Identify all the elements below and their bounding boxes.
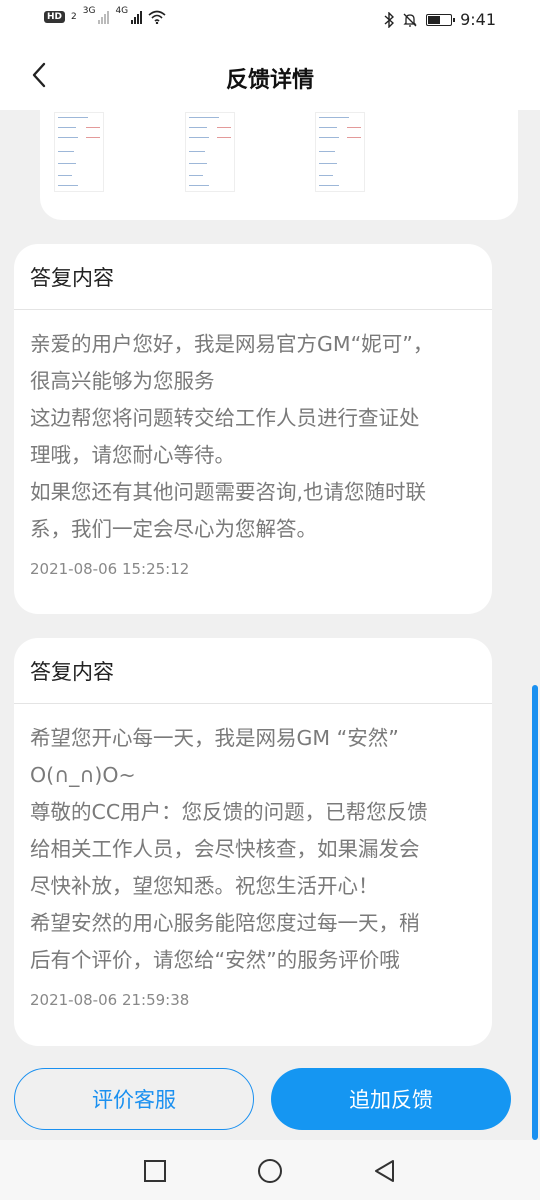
reply-line: 尊敬的CC用户：您反馈的问题，已帮您反馈 xyxy=(30,800,428,824)
reply-line: 系，我们一定会尽心为您解答。 xyxy=(30,517,317,541)
reply-body: 希望您开心每一天，我是网易GM “安然” O(∩_∩)O~ 尊敬的CC用户：您反… xyxy=(14,704,492,979)
attachment-thumbnail[interactable] xyxy=(185,112,235,192)
reply-card: 答复内容 亲爱的用户您好，我是网易官方GM“妮可”， 很高兴能够为您服务 这边帮… xyxy=(14,244,492,614)
attachment-thumbnail[interactable] xyxy=(54,112,104,192)
reply-line: 后有个评价，请您给“安然”的服务评价哦 xyxy=(30,948,400,972)
wifi-icon xyxy=(148,10,166,24)
attachment-card xyxy=(40,110,518,220)
battery-fill xyxy=(428,15,441,24)
network-label-2: 4G xyxy=(115,6,129,16)
reply-line: 如果您还有其他问题需要咨询,也请您随时联 xyxy=(30,480,427,504)
network-label-1: 3G xyxy=(82,6,96,16)
reply-line: 这边帮您将问题转交给工作人员进行查证处 xyxy=(30,406,420,430)
status-left: HD 2 3G 4G xyxy=(44,6,166,24)
reply-timestamp: 2021-08-06 15:25:12 xyxy=(30,560,190,578)
page-title: 反馈详情 xyxy=(225,68,314,93)
reply-line: 亲爱的用户您好，我是网易官方GM“妮可”， xyxy=(30,332,434,356)
reply-heading: 答复内容 xyxy=(14,244,492,310)
reply-line: 尽快补放，望您知悉。祝您生活开心！ xyxy=(30,874,379,898)
rate-service-button[interactable]: 评价客服 xyxy=(14,1068,254,1130)
hd-badge: HD xyxy=(44,11,66,23)
attachment-thumbnail[interactable] xyxy=(315,112,365,192)
circle-icon[interactable] xyxy=(257,1158,283,1184)
sim-number: 2 xyxy=(71,12,77,22)
reply-heading: 答复内容 xyxy=(14,638,492,704)
reply-timestamp: 2021-08-06 21:59:38 xyxy=(30,991,190,1009)
reply-line: 很高兴能够为您服务 xyxy=(30,369,215,393)
reply-body: 亲爱的用户您好，我是网易官方GM“妮可”， 很高兴能够为您服务 这边帮您将问题转… xyxy=(14,310,492,548)
mute-bell-icon xyxy=(403,13,417,27)
reply-card: 答复内容 希望您开心每一天，我是网易GM “安然” O(∩_∩)O~ 尊敬的CC… xyxy=(14,638,492,1046)
feedback-content[interactable]: 答复内容 亲爱的用户您好，我是网易官方GM“妮可”， 很高兴能够为您服务 这边帮… xyxy=(0,110,540,1140)
reply-line: O(∩_∩)O~ xyxy=(30,763,136,787)
square-icon[interactable] xyxy=(142,1158,168,1184)
system-nav-bar xyxy=(0,1140,540,1200)
status-right: 9:41 xyxy=(384,10,496,29)
nav-header: 反馈详情 xyxy=(0,40,540,110)
triangle-back-icon[interactable] xyxy=(372,1158,398,1184)
reply-line: 理哦，请您耐心等待。 xyxy=(30,443,235,467)
signal-icon-2 xyxy=(131,10,143,24)
bluetooth-icon xyxy=(384,11,395,28)
battery-icon xyxy=(426,13,456,26)
scrollbar-thumb[interactable] xyxy=(532,685,538,1140)
signal-icon-1 xyxy=(98,10,110,24)
add-feedback-button[interactable]: 追加反馈 xyxy=(271,1068,511,1130)
reply-line: 给相关工作人员，会尽快核查，如果漏发会 xyxy=(30,837,420,861)
status-time: 9:41 xyxy=(460,10,496,29)
reply-line: 希望您开心每一天，我是网易GM “安然” xyxy=(30,726,399,750)
status-bar: HD 2 3G 4G 9:41 xyxy=(0,0,540,40)
reply-line: 希望安然的用心服务能陪您度过每一天，稍 xyxy=(30,911,420,935)
